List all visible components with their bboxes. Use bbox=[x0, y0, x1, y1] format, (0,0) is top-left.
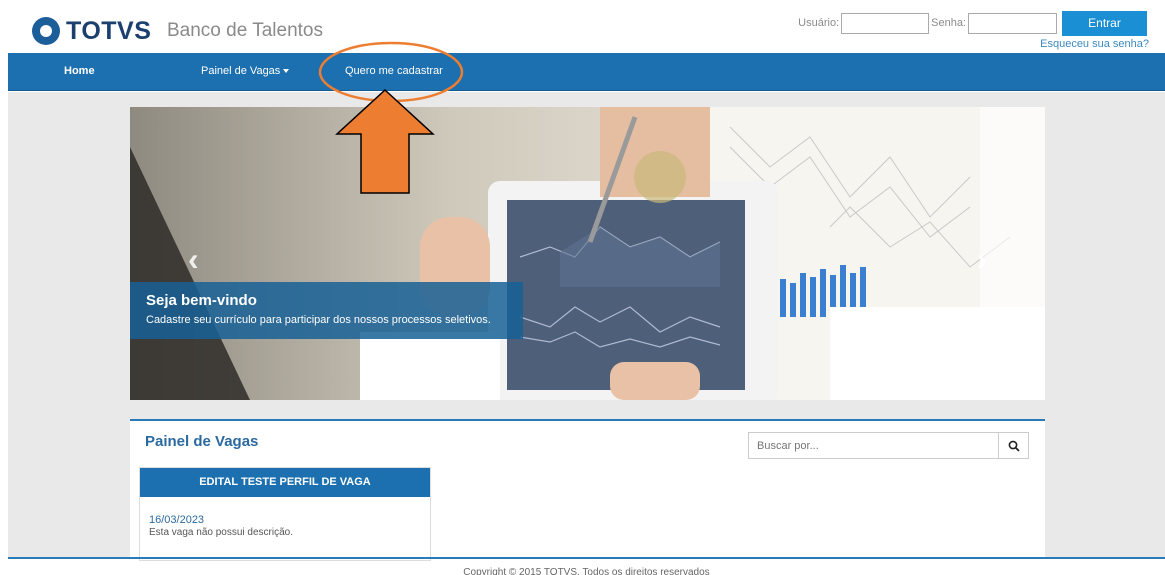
job-date: 16/03/2023 bbox=[149, 514, 205, 526]
job-description: Esta vaga não possui descrição. bbox=[149, 527, 293, 538]
caret-down-icon bbox=[283, 69, 290, 74]
job-card[interactable]: EDITAL TESTE PERFIL DE VAGA 16/03/2023 E… bbox=[139, 467, 431, 561]
password-label: Senha: bbox=[931, 17, 966, 29]
caption-title: Seja bem-vindo bbox=[146, 292, 257, 309]
user-label: Usuário: bbox=[798, 17, 840, 29]
logo-text: TOTVS bbox=[66, 16, 152, 45]
main-content: Seja bem-vindo Cadastre seu currículo pa… bbox=[8, 92, 1165, 561]
search-box bbox=[748, 432, 1029, 459]
user-input[interactable] bbox=[841, 12, 930, 34]
carousel-image bbox=[130, 107, 1045, 400]
app-title: Banco de Talentos bbox=[167, 20, 323, 41]
page-frame: TOTVS Banco de Talentos Usuário: Senha: … bbox=[8, 7, 1165, 575]
forgot-password-link[interactable]: Esqueceu sua senha? bbox=[1040, 38, 1149, 50]
login-button[interactable]: Entrar bbox=[1062, 10, 1147, 36]
navbar: Home Painel de Vagas Quero me cadastrar bbox=[8, 53, 1165, 91]
password-input[interactable] bbox=[968, 12, 1057, 34]
header: TOTVS Banco de Talentos Usuário: Senha: … bbox=[8, 7, 1165, 53]
logo-mark-icon bbox=[32, 17, 60, 45]
caption-text: Cadastre seu currículo para participar d… bbox=[146, 314, 491, 326]
footer-copyright: Copyright © 2015 TOTVS. Todos os direito… bbox=[463, 567, 710, 575]
job-panel: Painel de Vagas EDITAL TESTE PERFIL DE V… bbox=[130, 419, 1045, 561]
nav-painel-vagas-label: Painel de Vagas bbox=[201, 65, 281, 77]
logo[interactable]: TOTVS bbox=[32, 16, 151, 46]
panel-title: Painel de Vagas bbox=[145, 433, 259, 450]
nav-quero-me-cadastrar[interactable]: Quero me cadastrar bbox=[345, 65, 443, 77]
search-input[interactable] bbox=[749, 433, 998, 458]
chevron-right-icon[interactable]: › bbox=[976, 241, 987, 278]
login-form: Usuário: Senha: Entrar bbox=[798, 10, 1147, 36]
chevron-left-icon[interactable]: ‹ bbox=[188, 241, 199, 278]
search-icon bbox=[1008, 440, 1020, 452]
carousel: Seja bem-vindo Cadastre seu currículo pa… bbox=[130, 107, 1045, 400]
nav-painel-vagas[interactable]: Painel de Vagas bbox=[201, 65, 290, 77]
search-button[interactable] bbox=[998, 433, 1028, 458]
job-title[interactable]: EDITAL TESTE PERFIL DE VAGA bbox=[140, 468, 430, 497]
nav-home[interactable]: Home bbox=[64, 65, 95, 77]
footer-divider bbox=[8, 557, 1165, 559]
carousel-caption: Seja bem-vindo Cadastre seu currículo pa… bbox=[130, 282, 523, 339]
